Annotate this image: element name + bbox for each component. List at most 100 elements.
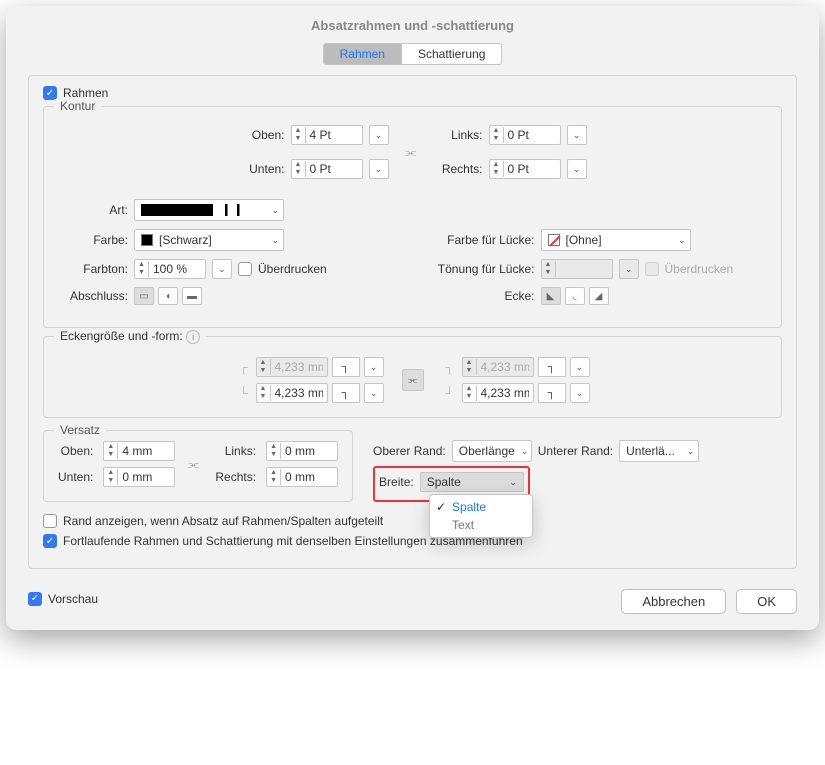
fortlaufend-checkbox[interactable]: ✓ [43,534,57,548]
oben-label: Oben: [239,128,285,142]
farbe-label: Farbe: [58,233,128,247]
kontur-fieldset: Kontur Oben: ▲▼ ⌄ Unten: ▲▼ ⌄ [43,106,782,328]
breite-option-spalte[interactable]: Spalte [430,498,532,516]
luecke-ton-stepper: ▲▼ [541,259,613,279]
corner-bl-shape[interactable]: ┐ [332,383,360,403]
corner-br-stepper[interactable]: ▲▼ [462,383,534,403]
vorschau-checkbox[interactable]: ✓ [28,592,42,606]
corner-tl-shape[interactable]: ┐ [332,357,360,377]
corner-tr-input [477,358,533,376]
ecken-legend-text: Eckengröße und -form: [60,329,183,343]
art-label: Art: [58,203,128,217]
ueberdrucken-checkbox[interactable] [238,262,252,276]
corner-bl-stepper[interactable]: ▲▼ [256,383,328,403]
art-select[interactable]: ⌄ [134,199,284,221]
farbton-stepper[interactable]: ▲▼ [134,259,206,279]
links-input[interactable] [504,126,560,144]
corner-tr-dd[interactable]: ⌄ [570,357,590,377]
main-panel: ✓ Rahmen Kontur Oben: ▲▼ ⌄ Unten: [28,75,797,569]
rechts-stepper[interactable]: ▲▼ [489,159,561,179]
oben-input[interactable] [306,126,362,144]
ueberdrucken2-label: Überdrucken [665,262,734,276]
breite-label: Breite: [379,475,414,489]
breite-option-text[interactable]: Text [430,516,532,534]
cancel-button[interactable]: Abbrechen [621,589,726,614]
cap-butt-button[interactable]: ▭ [134,287,154,305]
kontur-legend: Kontur [54,99,101,113]
v-links-input[interactable] [281,442,337,460]
ok-button[interactable]: OK [736,589,797,614]
luecke-ton-label: Tönung für Lücke: [425,262,535,276]
link-icon-stroke[interactable]: ⫘ [403,144,419,160]
corner-bl-input[interactable] [271,384,327,402]
tab-rahmen[interactable]: Rahmen [324,44,401,64]
v-links-stepper[interactable]: ▲▼ [266,441,338,461]
unterer-rand-select[interactable]: Unterlä...⌄ [619,440,699,462]
v-unten-input[interactable] [118,468,174,486]
farbe-select[interactable]: [Schwarz]⌄ [134,229,284,251]
ecken-fieldset: Eckengröße und -form: i ┌ ▲▼ ┐⌄ └ ▲▼ ┐ [43,336,782,418]
join-miter-button[interactable]: ◣ [541,287,561,305]
rand-anzeigen-checkbox[interactable] [43,514,57,528]
unten-stepper[interactable]: ▲▼ [291,159,363,179]
v-oben-label: Oben: [58,444,93,458]
v-unten-stepper[interactable]: ▲▼ [103,467,175,487]
vorschau-label: Vorschau [48,592,98,606]
corner-br-input[interactable] [477,384,533,402]
luecke-farbe-select[interactable]: [Ohne]⌄ [541,229,691,251]
join-bevel-button[interactable]: ◢ [589,287,609,305]
v-rechts-input[interactable] [281,468,337,486]
luecke-farbe-label: Farbe für Lücke: [425,233,535,247]
v-links-label: Links: [215,444,256,458]
farbton-dropdown[interactable]: ⌄ [212,259,232,279]
v-oben-input[interactable] [118,442,174,460]
oberer-rand-select[interactable]: Oberlänge⌄ [452,440,532,462]
corner-tl-dd[interactable]: ⌄ [364,357,384,377]
corner-tl-input [271,358,327,376]
oben-dropdown[interactable]: ⌄ [369,125,389,145]
corner-br-shape[interactable]: ┐ [538,383,566,403]
unten-label: Unten: [239,162,285,176]
info-icon[interactable]: i [186,330,200,344]
abschluss-label: Abschluss: [58,289,128,303]
corner-br-dd[interactable]: ⌄ [570,383,590,403]
rechts-input[interactable] [504,160,560,178]
swatch-none-icon [548,234,560,246]
oben-stepper[interactable]: ▲▼ [291,125,363,145]
rahmen-checkbox[interactable]: ✓ [43,86,57,100]
ueberdrucken-label: Überdrucken [258,262,327,276]
rand-anzeigen-label: Rand anzeigen, wenn Absatz auf Rahmen/Sp… [63,514,383,528]
rechts-dropdown[interactable]: ⌄ [567,159,587,179]
corner-tl-stepper: ▲▼ [256,357,328,377]
ueberdrucken2-checkbox [645,262,659,276]
farbton-label: Farbton: [58,262,128,276]
corner-tr-stepper: ▲▼ [462,357,534,377]
breite-select[interactable]: Spalte⌄ [420,472,524,492]
luecke-ton-input [556,260,612,278]
v-rechts-stepper[interactable]: ▲▼ [266,467,338,487]
farbton-input[interactable] [149,260,205,278]
dialog-title: Absatzrahmen und -schattierung [6,6,819,43]
corner-tr-shape[interactable]: ┐ [538,357,566,377]
links-dropdown[interactable]: ⌄ [567,125,587,145]
luecke-ton-dropdown: ⌄ [619,259,639,279]
unten-input[interactable] [306,160,362,178]
oberer-rand-value: Oberlänge [459,444,515,458]
unten-dropdown[interactable]: ⌄ [369,159,389,179]
cap-round-button[interactable]: ◖ [158,287,178,305]
rahmen-checkbox-label: Rahmen [63,86,108,100]
tab-schattierung[interactable]: Schattierung [401,44,501,64]
links-label: Links: [433,128,483,142]
rechts-label: Rechts: [433,162,483,176]
corner-tr-icon: ┐ [442,359,458,375]
dialog-window: Absatzrahmen und -schattierung Rahmen Sc… [6,6,819,630]
tab-bar: Rahmen Schattierung [28,43,797,65]
join-round-button[interactable]: ◟ [565,287,585,305]
links-stepper[interactable]: ▲▼ [489,125,561,145]
cap-projecting-button[interactable]: ▬ [182,287,202,305]
stroke-preview-icon [141,204,261,216]
link-corners-button[interactable]: ⫘ [402,369,424,391]
link-icon-offset[interactable]: ⫘ [185,456,201,472]
corner-bl-dd[interactable]: ⌄ [364,383,384,403]
v-oben-stepper[interactable]: ▲▼ [103,441,175,461]
